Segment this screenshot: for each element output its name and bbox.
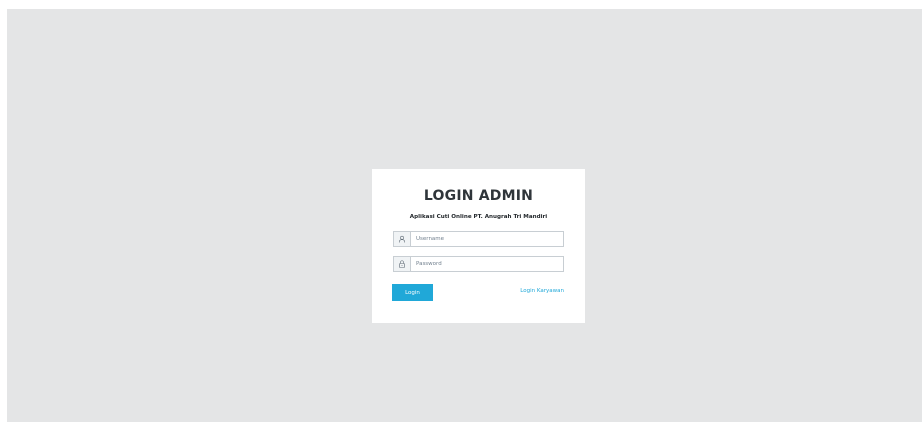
app-subtitle: Aplikasi Cuti Online PT. Anugrah Tri Man… xyxy=(409,214,548,220)
login-card: LOGIN ADMIN Aplikasi Cuti Online PT. Anu… xyxy=(372,169,585,323)
lock-icon xyxy=(394,257,411,271)
login-button[interactable]: Login xyxy=(392,284,433,301)
username-input-group xyxy=(393,231,564,247)
user-icon xyxy=(394,232,411,246)
page-title: LOGIN ADMIN xyxy=(423,188,534,204)
page-background: LOGIN ADMIN Aplikasi Cuti Online PT. Anu… xyxy=(7,9,922,422)
password-input-group xyxy=(393,256,564,272)
username-input[interactable] xyxy=(411,232,563,246)
login-karyawan-link[interactable]: Login Karyawan xyxy=(520,288,564,294)
password-input[interactable] xyxy=(411,257,563,271)
